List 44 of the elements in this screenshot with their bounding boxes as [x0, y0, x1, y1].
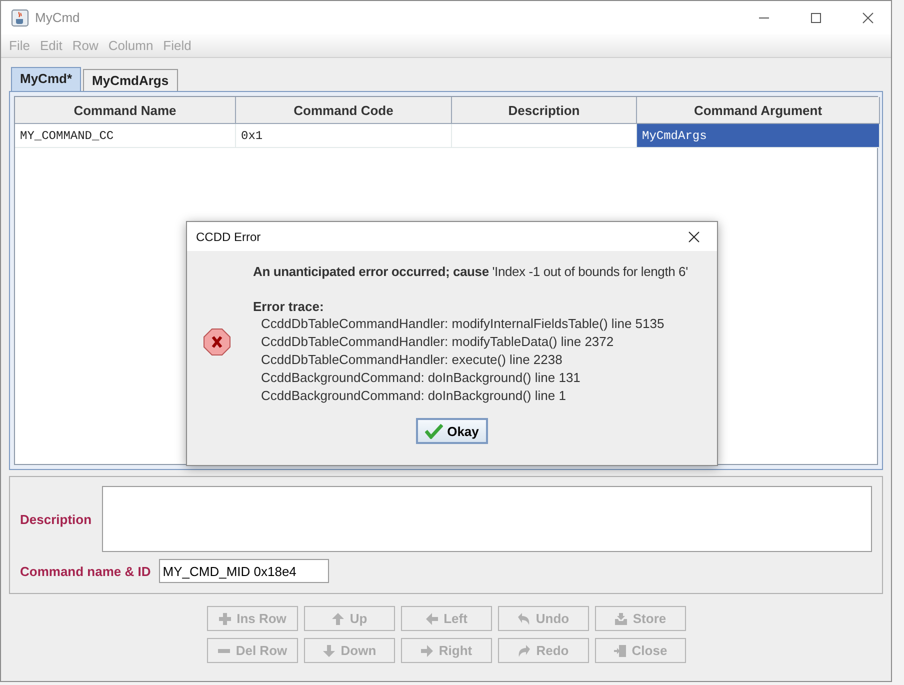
tray-icon: [614, 612, 628, 626]
checkmark-icon: [425, 423, 444, 439]
error-icon: [203, 328, 231, 356]
table-cell[interactable]: 0x1: [236, 124, 452, 148]
tab[interactable]: MyCmdArgs: [83, 69, 178, 91]
column-header[interactable]: Description: [452, 97, 637, 124]
trace-heading: Error trace:: [253, 299, 325, 314]
redo-icon: [517, 644, 532, 658]
trace-line: CcddBackgroundCommand: doInBackground() line 131: [260, 369, 582, 387]
error-message: An unanticipated error occurred; cause 'Index -1 out of bounds for length 6': [253, 264, 688, 279]
table-cell[interactable]: MY_COMMAND_CC: [15, 124, 236, 148]
column-header[interactable]: Command Code: [236, 97, 452, 124]
maximize-icon: [810, 12, 822, 24]
field-label: Description: [20, 512, 93, 526]
menu-item[interactable]: Column: [108, 38, 154, 53]
plus-icon: [218, 612, 232, 626]
down-arrow-icon: [322, 644, 336, 658]
trace-line: CcddBackgroundCommand: doInBackground() line 1: [260, 387, 567, 405]
menu-item[interactable]: File: [9, 38, 30, 53]
table-cell[interactable]: [452, 124, 637, 148]
tab[interactable]: MyCmd*: [11, 67, 82, 91]
trace-line: CcddDbTableCommandHandler: execute() line 2238: [260, 351, 564, 369]
trace-line: CcddDbTableCommandHandler: modifyInternalFieldsTable() line 5135: [260, 315, 666, 333]
undo-icon: [516, 612, 531, 626]
column-header[interactable]: Command Argument: [637, 97, 880, 124]
up-arrow-icon: [330, 612, 345, 626]
description-field[interactable]: [102, 486, 872, 552]
menu-item[interactable]: Edit: [40, 38, 62, 53]
coffee-cup-icon: [11, 8, 29, 26]
okay-button[interactable]: Okay: [416, 418, 488, 444]
close-icon: [862, 12, 874, 24]
right-arrow-icon: [420, 644, 434, 658]
menu-item[interactable]: Field: [163, 38, 192, 53]
column-header[interactable]: Command Name: [15, 97, 236, 124]
dialog-title: CCDD Error: [196, 230, 262, 244]
close-icon: [688, 230, 700, 242]
window-title: MyCmd: [35, 10, 81, 25]
table-cell[interactable]: MyCmdArgs: [637, 124, 880, 148]
field-label: Command name & ID: [20, 564, 151, 578]
left-arrow-icon: [424, 612, 439, 626]
trace-line: CcddDbTableCommandHandler: modifyTableData() line 2372: [260, 333, 615, 351]
door-icon: [612, 644, 627, 658]
input-field[interactable]: MY_CMD_MID 0x18e4: [158, 559, 329, 583]
menu-item[interactable]: Row: [72, 38, 98, 53]
